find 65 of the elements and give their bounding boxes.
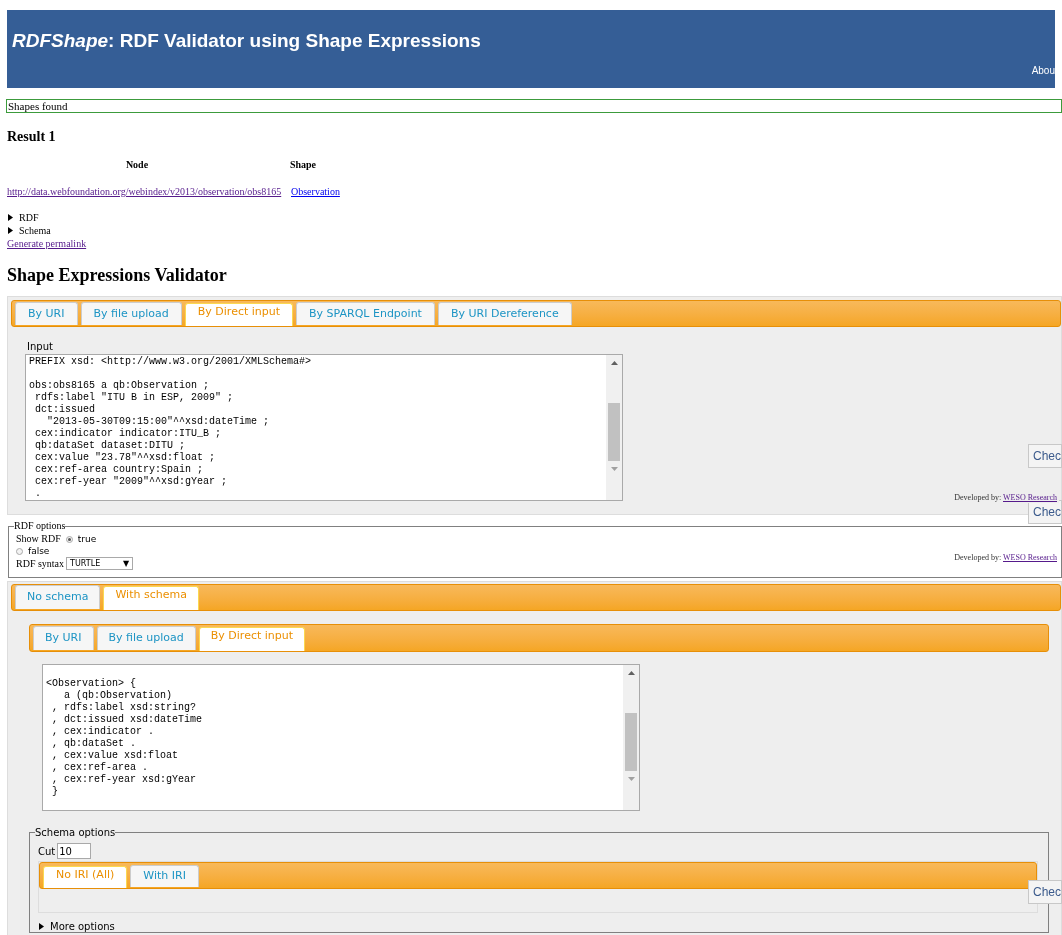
field-label: Show RDF: [16, 533, 61, 545]
permalink-link[interactable]: Generate permalink: [7, 238, 87, 249]
scroll-up-icon[interactable]: [627, 671, 635, 675]
code-line: , cex:ref-area .: [51, 762, 150, 774]
scrollbar[interactable]: [606, 355, 622, 500]
shape-link[interactable]: Observation: [291, 186, 340, 197]
field-label: RDF syntax: [16, 557, 65, 570]
code-line: , cex:indicator .: [51, 726, 156, 738]
scrollbar[interactable]: [623, 665, 639, 810]
code-line: .: [34, 488, 42, 500]
code-line: <Observation> {: [46, 678, 137, 690]
code-line: cex:indicator indicator:ITU_B ;: [34, 428, 223, 440]
check-button[interactable]: Chec: [1028, 880, 1062, 904]
code-line: cex:value "23.78"^^xsd:float ;: [34, 452, 217, 464]
credit-link[interactable]: WESO Research: [1003, 493, 1057, 502]
syntax-dropdown[interactable]: TURTLE ▼: [66, 557, 134, 570]
tab[interactable]: By file upload: [80, 302, 182, 325]
page-title: RDFShape: RDF Validator using Shape Expressions: [12, 29, 481, 53]
radio-label: false: [28, 545, 50, 557]
code-line: , qb:dataSet .: [51, 738, 137, 750]
code-line: cex:ref-year "2009"^^xsd:gYear ;: [34, 476, 229, 488]
credit-link[interactable]: WESO Research: [1003, 553, 1057, 562]
scrollbar-thumb[interactable]: [625, 713, 637, 771]
code-line: cex:ref-area country:Spain ;: [34, 464, 205, 476]
section-heading: Shape Expressions Validator: [7, 264, 228, 287]
code-line: obs:obs8165 a qb:Observation ;: [29, 380, 211, 392]
triangle-right-icon: [38, 923, 45, 930]
column-header: Node: [124, 158, 150, 172]
column-header: Shape: [288, 158, 318, 172]
nav-link[interactable]: Abou: [1031, 63, 1055, 78]
status-message: Shapes found: [6, 99, 1062, 113]
tab[interactable]: By file upload: [96, 626, 196, 650]
radio-button[interactable]: [16, 547, 23, 555]
disclosure-toggle[interactable]: More options: [38, 919, 115, 934]
radio-label: true: [77, 533, 97, 545]
group-legend: RDF options: [14, 520, 66, 532]
result-heading: Result 1: [7, 128, 57, 146]
code-line: qb:dataSet dataset:DITU ;: [34, 440, 187, 452]
code-line: , cex:ref-year xsd:gYear: [51, 774, 198, 786]
disclosure-toggle[interactable]: Schema: [7, 224, 51, 237]
credit-text: Developed by: WESO Research: [952, 493, 1059, 503]
credit-text: Developed by: WESO Research: [952, 553, 1059, 563]
code-editor[interactable]: <Observation> { a (qb:Observation) , rdfs:label xsd:string? , dct:issued xsd:dateTime , cex:indicator . , qb:dataSet . , cex:value xsd:float , cex:ref-area . , cex:ref-year xsd:gYear }: [42, 664, 640, 811]
field-label: Input: [27, 340, 54, 354]
scroll-down-icon[interactable]: [627, 777, 635, 781]
code-line: PREFIX xsd: <http://www.w3.org/2001/XMLSchema#>: [29, 356, 313, 368]
scrollbar-thumb[interactable]: [608, 403, 620, 461]
field-label: Cut: [38, 844, 56, 859]
node-link[interactable]: http://data.webfoundation.org/webindex/v2013/observation/obs8165: [7, 186, 282, 197]
code-line: rdfs:label "ITU B in ESP, 2009" ;: [34, 392, 235, 404]
code-editor[interactable]: [25, 354, 623, 501]
cut-field[interactable]: 10: [57, 843, 92, 859]
scroll-down-icon[interactable]: [610, 467, 618, 471]
code-line: "2013-05-30T09:15:00"^^xsd:dateTime ;: [46, 416, 271, 428]
radio-button[interactable]: [65, 535, 73, 543]
code-line: , cex:value xsd:float: [51, 750, 180, 762]
scroll-up-icon[interactable]: [610, 361, 618, 365]
code-line: , rdfs:label xsd:string?: [51, 702, 198, 714]
code-line: , dct:issued xsd:dateTime: [51, 714, 204, 726]
code-line: a (qb:Observation): [63, 690, 174, 702]
disclosure-toggle[interactable]: RDF: [7, 211, 39, 224]
code-line: dct:issued: [34, 404, 96, 416]
group-legend: Schema options: [35, 825, 116, 840]
check-button[interactable]: Chec: [1028, 444, 1062, 468]
code-line: }: [51, 786, 59, 798]
